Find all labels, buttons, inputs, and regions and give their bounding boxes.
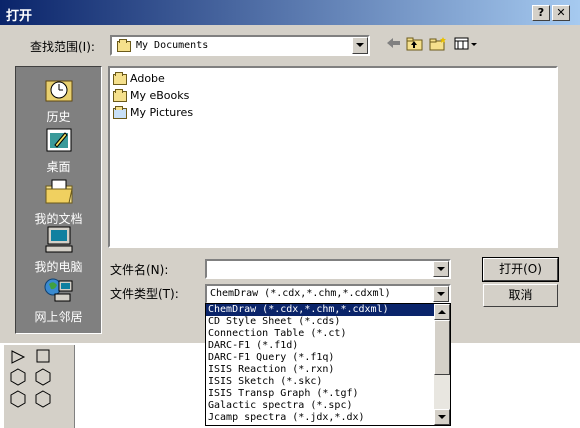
list-item[interactable]: My eBooks — [113, 88, 190, 102]
folder-icon — [113, 88, 127, 102]
file-name: Adobe — [130, 72, 165, 85]
place-desktop[interactable]: 桌面 — [16, 125, 101, 175]
cancel-button[interactable]: 取消 — [483, 284, 558, 307]
filetype-option[interactable]: Connection Table (*.ct) — [206, 328, 450, 340]
place-history[interactable]: 历史 — [16, 75, 101, 125]
network-icon — [43, 275, 75, 305]
lookin-combo[interactable]: My Documents — [110, 35, 370, 56]
up-folder-icon[interactable] — [405, 37, 425, 55]
filetype-option[interactable]: DARC-F1 (*.f1d) — [206, 340, 450, 352]
filename-input[interactable] — [205, 259, 451, 279]
list-item[interactable]: Adobe — [113, 71, 165, 85]
filetype-select[interactable]: ChemDraw (*.cdx,*.chm,*.cdxml) — [205, 284, 451, 304]
history-icon — [43, 75, 75, 105]
new-folder-icon[interactable] — [428, 37, 448, 55]
places-bar: 历史 桌面 我的文档 我的电脑 网上邻居 — [15, 66, 102, 334]
place-my-computer[interactable]: 我的电脑 — [16, 225, 101, 275]
tool-palette — [4, 345, 75, 428]
list-item[interactable]: My Pictures — [113, 105, 194, 119]
place-label: 我的电脑 — [34, 260, 83, 274]
scroll-thumb[interactable] — [434, 320, 450, 375]
view-menu-icon[interactable] — [453, 37, 479, 55]
filetype-dropdown-button[interactable] — [433, 286, 449, 302]
place-label: 我的文档 — [34, 212, 83, 226]
desktop-icon — [43, 125, 75, 155]
lookin-value: My Documents — [136, 40, 209, 51]
place-label: 桌面 — [46, 160, 71, 174]
place-label: 历史 — [46, 110, 71, 124]
filetype-option[interactable]: Jcamp spectra (*.jdx,*.dx) — [206, 412, 450, 424]
filetype-option[interactable]: ChemDraw (*.cdx,*.chm,*.cdxml) — [206, 304, 450, 316]
filetype-option[interactable]: ISIS Transp Graph (*.tgf) — [206, 388, 450, 400]
back-arrow-icon[interactable] — [384, 37, 404, 55]
filename-label: 文件名(N): — [110, 263, 169, 277]
lookin-label: 查找范围(I): — [30, 40, 95, 54]
filetype-option[interactable]: DARC-F1 Query (*.f1q) — [206, 352, 450, 364]
filetype-option[interactable]: Galactic spectra (*.spc) — [206, 400, 450, 412]
dropdown-scrollbar[interactable] — [434, 304, 450, 425]
my-computer-icon — [43, 225, 75, 255]
filename-dropdown-button[interactable] — [433, 261, 449, 277]
window-title: 打开 — [6, 9, 33, 24]
help-button[interactable]: ? — [532, 5, 550, 21]
filetype-label: 文件类型(T): — [110, 287, 179, 301]
place-my-documents[interactable]: 我的文档 — [16, 177, 101, 227]
place-label: 网上邻居 — [34, 310, 83, 324]
folder-icon — [113, 71, 127, 85]
file-name: My Pictures — [130, 106, 194, 119]
place-network[interactable]: 网上邻居 — [16, 275, 101, 325]
shape-tools-icon[interactable] — [4, 345, 64, 425]
file-name: My eBooks — [130, 89, 190, 102]
open-button[interactable]: 打开(O) — [482, 257, 559, 282]
folder-icon — [117, 39, 131, 52]
filetype-option[interactable]: CD Style Sheet (*.cds) — [206, 316, 450, 328]
title-bar: 打开 ? ✕ — [0, 0, 580, 25]
filetype-value: ChemDraw (*.cdx,*.chm,*.cdxml) — [210, 288, 391, 299]
close-button[interactable]: ✕ — [552, 5, 570, 21]
scroll-up-button[interactable] — [434, 304, 450, 320]
filetype-option[interactable]: ISIS Sketch (*.skc) — [206, 376, 450, 388]
filetype-dropdown-list[interactable]: ChemDraw (*.cdx,*.chm,*.cdxml) CD Style S… — [205, 303, 451, 426]
file-list[interactable]: Adobe My eBooks My Pictures — [108, 66, 558, 248]
filetype-option[interactable]: ISIS Reaction (*.rxn) — [206, 364, 450, 376]
scroll-down-button[interactable] — [434, 409, 450, 425]
lookin-dropdown-button[interactable] — [352, 37, 368, 54]
my-documents-icon — [43, 177, 75, 207]
pictures-folder-icon — [113, 105, 127, 119]
